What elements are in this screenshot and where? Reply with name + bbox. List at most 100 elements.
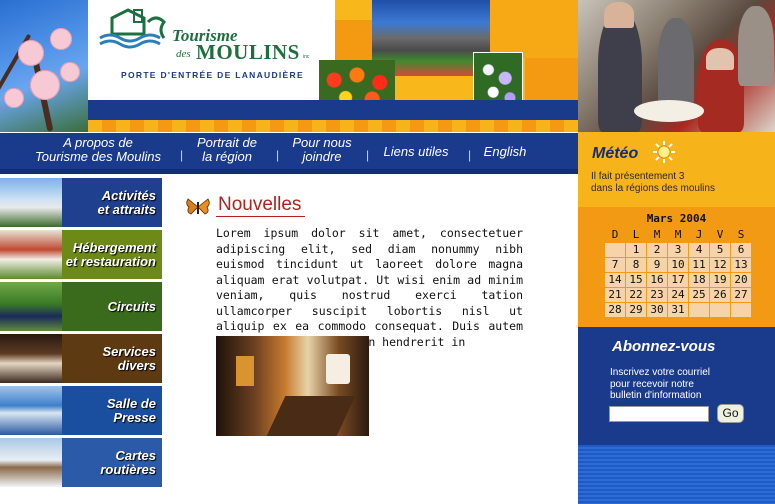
calendar-day-cell[interactable]: 12 [709,256,731,273]
logo-tagline: PORTE D'ENTRÉE DE LANAUDIÈRE [121,70,304,80]
calendar-day-cell[interactable]: 31 [667,301,689,318]
nav-label-line1: Pour nous [292,135,352,150]
weather-line1: Il fait présentement 3 [591,171,685,182]
nav-item-english[interactable]: English [476,145,534,159]
sidebar-label: Circuits [108,282,156,331]
sidebar-label: Services divers [103,334,157,383]
calendar-day-cell[interactable]: 30 [646,301,668,318]
sidebar-label-line2: routières [100,461,156,477]
calendar-day-cell[interactable]: 23 [646,286,668,303]
sidebar-item-presse[interactable]: Salle de Presse [0,386,162,435]
calendar-weekday-row: D L M M J V S [605,227,752,242]
calendar-day-cell[interactable]: 11 [688,256,710,273]
calendar-day-cell[interactable]: 19 [709,271,731,288]
sidebar-label-line2: et attraits [97,201,156,217]
calendar-week-row: 14 15 16 17 18 19 20 [604,271,752,288]
nav-label-line2: joindre [302,149,342,164]
nav-item-a-propos[interactable]: A propos de Tourisme des Moulins [28,136,168,164]
weekday-header: M [674,227,682,241]
calendar-day-cell[interactable]: 27 [730,286,752,303]
weekday-header: L [632,227,640,241]
sidebar-label-line1: Salle de [106,395,156,411]
sidebar-label: Cartes routières [100,438,156,487]
calendar-week-row: 28 29 30 31 [604,301,752,318]
nav-divider: | [180,148,184,162]
weather-title: Météo [592,145,639,162]
calendar-day-cell[interactable]: 2 [646,241,668,258]
calendar-day-cell [730,301,752,318]
sidebar-item-activites[interactable]: Activités et attraits [0,178,162,227]
mill-logo-icon [99,8,166,49]
butterfly-icon [186,198,210,215]
calendar-day-cell[interactable]: 15 [625,271,647,288]
sidebar-label-line2: Presse [113,409,156,425]
calendar-day-cell[interactable]: 16 [646,271,668,288]
news-heading: Nouvelles [218,194,302,215]
newsletter-line3: bulletin d'information [610,390,702,401]
cherry-blossom-photo [0,0,88,132]
winter-fence-photo [0,438,62,487]
calendar-day-cell[interactable]: 7 [604,256,626,273]
calendar-day-cell[interactable]: 3 [667,241,689,258]
nav-divider: | [366,148,370,162]
calendar-day-cell[interactable]: 29 [625,301,647,318]
nav-label-line1: Portrait de [197,135,257,150]
nav-divider: | [468,148,472,162]
nav-item-contact[interactable]: Pour nous joindre [282,136,362,164]
calendar-day-cell[interactable]: 1 [625,241,647,258]
nav-item-portrait[interactable]: Portrait de la région [186,136,268,164]
header-banner: Tourisme des MOULINS inc PORTE D'ENTRÉE … [0,0,775,132]
calendar-day-cell [604,241,626,258]
calendar-day-cell[interactable]: 24 [667,286,689,303]
header-gold-strip [88,120,578,132]
sidebar-label: Activités et attraits [97,178,156,227]
costumed-people-photo [0,334,62,383]
church-photo [0,178,62,227]
newsletter-email-input[interactable] [609,406,709,422]
weekday-header: S [737,227,745,241]
sidebar-item-circuits[interactable]: Circuits [0,282,162,331]
calendar-day-cell[interactable]: 28 [604,301,626,318]
calendar-week-row: 1 2 3 4 5 6 [604,241,752,258]
inn-photo [0,230,62,279]
weekday-header: V [716,227,724,241]
sidebar-label: Salle de Presse [107,386,156,435]
calendar-day-cell[interactable]: 10 [667,256,689,273]
nav-item-liens[interactable]: Liens utiles [374,145,458,159]
calendar-day-cell[interactable]: 21 [604,286,626,303]
main-nav: A propos de Tourisme des Moulins | Portr… [0,132,578,174]
calendar-day-cell[interactable]: 20 [730,271,752,288]
sidebar-label-line2: et restauration [65,253,156,269]
weekday-header: D [611,227,619,241]
calendar-day-cell[interactable]: 6 [730,241,752,258]
weekday-header: M [653,227,661,241]
sidebar-item-hebergement[interactable]: Hébergement et restauration [0,230,162,279]
sidebar-label-line1: Hébergement [72,239,156,255]
calendar-day-cell [709,301,731,318]
calendar-week-row: 7 8 9 10 11 12 13 [604,256,752,273]
sidebar-item-cartes[interactable]: Cartes routières [0,438,162,487]
calendar-day-cell[interactable]: 26 [709,286,731,303]
nav-underline [0,169,578,174]
nav-label-line1: A propos de [63,135,133,150]
calendar-day-cell[interactable]: 8 [625,256,647,273]
calendar-day-cell[interactable]: 13 [730,256,752,273]
sidebar-item-services[interactable]: Services divers [0,334,162,383]
calendar-day-cell[interactable]: 25 [688,286,710,303]
calendar-day-cell [688,301,710,318]
calendar-day-cell[interactable]: 14 [604,271,626,288]
newsletter-go-button[interactable]: Go [717,404,744,423]
calendar-day-cell[interactable]: 9 [646,256,668,273]
calendar-day-cell[interactable]: 5 [709,241,731,258]
calendar-day-cell[interactable]: 17 [667,271,689,288]
calendar-day-cell[interactable]: 22 [625,286,647,303]
newsletter-line2: pour recevoir notre [610,378,694,390]
newsletter-line1: Inscrivez votre courriel [610,367,711,378]
calendar-week-row: 21 22 23 24 25 26 27 [604,286,752,303]
cyclists-photo [0,282,62,331]
calendar-day-cell[interactable]: 18 [688,271,710,288]
header-blue-band [88,100,578,120]
calendar-day-cell[interactable]: 4 [688,241,710,258]
sidebar-label: Hébergement et restauration [66,230,156,279]
logo-text-des: des [176,48,191,60]
